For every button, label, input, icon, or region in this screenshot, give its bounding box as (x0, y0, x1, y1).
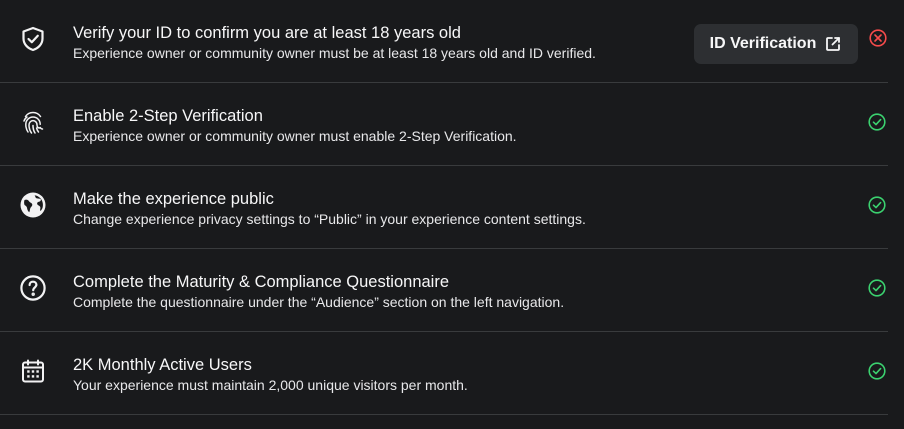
check-status-icon (867, 278, 887, 298)
globe-icon (19, 191, 47, 219)
calendar-icon (19, 357, 47, 385)
requirement-row-make-public: Make the experience public Change experi… (0, 166, 888, 249)
requirement-title: Verify your ID to confirm you are at lea… (73, 24, 461, 42)
id-verification-button-label: ID Verification (709, 35, 817, 52)
requirement-row-2-step-verification: Enable 2-Step Verification Experience ow… (0, 83, 888, 166)
error-status-icon (868, 28, 888, 48)
requirement-description: Your experience must maintain 2,000 uniq… (73, 377, 468, 393)
requirement-description: Complete the questionnaire under the “Au… (73, 294, 565, 310)
requirement-row-questionnaire: Complete the Maturity & Compliance Quest… (0, 249, 888, 332)
shield-check-icon (19, 25, 47, 53)
requirement-description: Change experience privacy settings to “P… (73, 211, 586, 227)
requirement-title: Enable 2-Step Verification (73, 107, 263, 125)
check-status-icon (867, 112, 887, 132)
question-circle-icon (19, 274, 47, 302)
requirement-row-monthly-active-users: 2K Monthly Active Users Your experience … (0, 332, 888, 415)
external-link-icon (824, 35, 842, 53)
check-status-icon (867, 195, 887, 215)
check-status-icon (867, 361, 887, 381)
requirements-list: Verify your ID to confirm you are at lea… (0, 0, 888, 415)
requirement-title: 2K Monthly Active Users (73, 356, 252, 374)
requirement-title: Make the experience public (73, 190, 274, 208)
requirement-description: Experience owner or community owner must… (73, 128, 517, 144)
requirement-description: Experience owner or community owner must… (73, 45, 596, 61)
requirement-row-id-verification: Verify your ID to confirm you are at lea… (0, 0, 888, 83)
id-verification-button[interactable]: ID Verification (694, 24, 858, 64)
fingerprint-icon (19, 108, 47, 136)
requirement-title: Complete the Maturity & Compliance Quest… (73, 273, 450, 291)
